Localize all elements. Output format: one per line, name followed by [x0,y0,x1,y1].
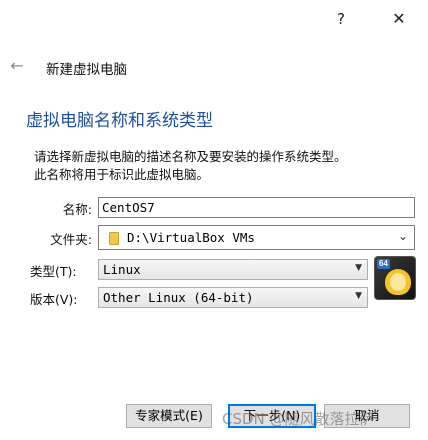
name-input[interactable] [98,197,415,218]
name-label: 名称: [62,202,92,217]
folder-label: 文件夹: [50,232,92,247]
close-button[interactable]: ✕ [388,8,410,30]
chevron-down-icon[interactable]: ⌄ [398,229,408,243]
os-64bit-badge: 64 [377,259,390,269]
version-label: 版本(V): [30,292,78,307]
description: 请选择新虚拟电脑的描述名称及要安装的操作系统类型。 此名称将用于标识此虚拟电脑。 [34,148,424,184]
section-title: 虚拟电脑名称和系统类型 [26,111,213,131]
description-line-2: 此名称将用于标识此虚拟电脑。 [34,167,210,182]
linux-os-icon: 64 [374,256,416,300]
folder-combo[interactable]: D:\VirtualBox VMs ⌄ [98,225,415,250]
help-button[interactable]: ? [330,8,352,30]
type-label: 类型(T): [30,264,77,279]
back-arrow-icon[interactable]: ← [6,56,28,76]
folder-path: D:\VirtualBox VMs [127,230,255,245]
dropdown-arrow-icon[interactable]: ▼ [355,291,362,301]
wizard-title: 新建虚拟电脑 [46,62,127,78]
expert-mode-button[interactable]: 专家模式(E) [126,404,212,428]
type-select-value: Linux [103,262,141,277]
dropdown-arrow-icon[interactable]: ▼ [355,263,362,273]
type-select[interactable]: Linux ▼ [98,259,368,280]
folder-icon [109,232,119,245]
next-button[interactable]: 下一步(N) [228,404,316,428]
version-select[interactable]: Other Linux (64-bit) ▼ [98,287,368,308]
cancel-button[interactable]: 取消 [324,404,410,428]
penguin-belly [390,273,406,291]
description-line-1: 请选择新虚拟电脑的描述名称及要安装的操作系统类型。 [34,149,347,164]
version-select-value: Other Linux (64-bit) [103,290,254,305]
